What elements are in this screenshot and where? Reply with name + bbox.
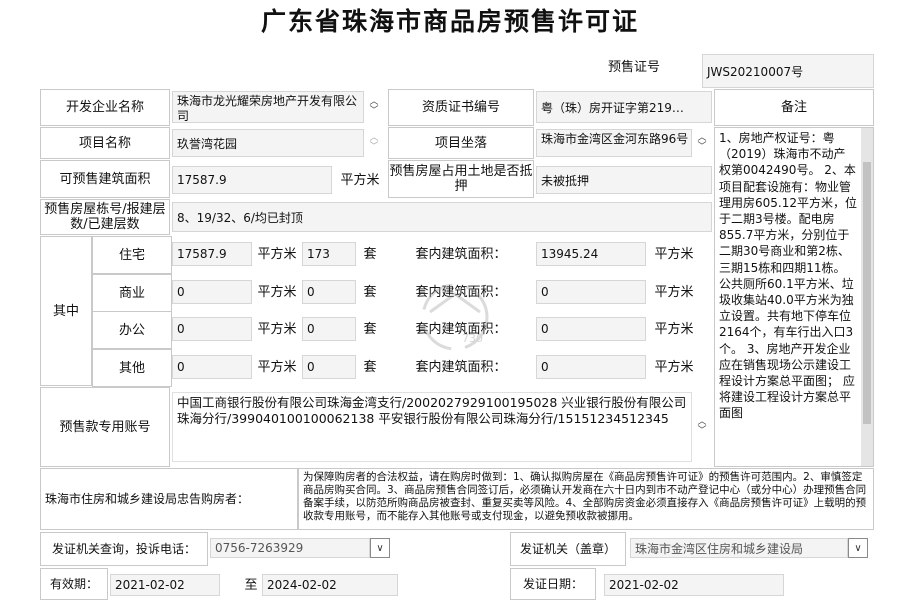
project-scroll-icon[interactable]: ︿ ﹀ [364,129,384,157]
query-label: 发证机关查询，投诉电话： [40,532,208,566]
developer-field[interactable]: 珠海市龙光耀荣房地产开发有限公司 [172,91,364,123]
row-inner-unit: 平方米 [654,246,694,262]
row-area-field[interactable]: 17587.9 [172,242,252,266]
row-inner-field[interactable]: 0 [536,355,646,379]
remark-area[interactable]: 1、房地产权证号：粤（2019）珠海市不动产权第0042490号。 2、本项目配… [714,127,874,467]
query-phone-dropdown-icon[interactable]: ∨ [370,538,390,558]
buildings-label: 预售房屋栋号/报建层数/已建层数 [40,199,170,235]
row-type-label: 办公 [92,311,172,349]
location-field[interactable]: 珠海市金湾区金河东路96号 [536,129,692,157]
scroll-down-icon: ﹀ [369,142,379,152]
row-area-field[interactable]: 0 [172,280,252,304]
valid-to-field[interactable]: 2024-02-02 [262,574,398,596]
location-scroll-icon[interactable]: ︿ ﹀ [692,129,712,157]
row-inner-label: 套内建筑面积： [415,246,507,262]
cert-label: 资质证书编号 [388,89,534,126]
row-inner-unit: 平方米 [654,359,694,375]
row-units-unit: 套 [363,284,377,300]
row-area-field[interactable]: 0 [172,317,252,341]
row-type-label: 商业 [92,274,172,312]
permit-no-label: 预售证号 [607,59,660,75]
notice-label: 珠海市住房和城乡建设局忠告购房者： [40,468,298,530]
watermark-text: 730 [462,332,483,345]
row-units-unit: 套 [363,359,377,375]
account-field[interactable]: 中国工商银行股份有限公司珠海金湾支行/2002027929100195028 兴… [172,392,692,462]
query-phone-field[interactable]: 0756-7263929 [210,538,370,558]
row-area-unit: 平方米 [257,246,297,262]
sale-area-field[interactable]: 17587.9 [172,166,332,194]
row-units-field[interactable]: 0 [302,317,356,341]
watermark-logo-icon: 730 [400,272,510,362]
developer-scroll-icon[interactable]: ︿ ﹀ [364,91,384,123]
row-area-unit: 平方米 [257,321,297,337]
permit-no-field[interactable]: JWS20210007号 [702,54,874,88]
row-units-unit: 套 [363,246,377,262]
project-field[interactable]: 玖誉湾花园 [172,129,364,157]
remark-text: 1、房地产权证号：粤（2019）珠海市不动产权第0042490号。 2、本项目配… [719,131,857,421]
remark-label: 备注 [714,89,874,126]
issue-date-label: 发证日期： [510,568,596,600]
issuer-field[interactable]: 珠海市金湾区住房和城乡建设局 [630,538,848,558]
issuer-dropdown-icon[interactable]: ∨ [848,538,868,558]
issuer-label: 发证机关（盖章） [510,532,626,566]
page-title: 广东省珠海市商品房预售许可证 [260,7,639,36]
sale-area-unit: 平方米 [340,172,380,188]
buildings-field[interactable]: 8、19/32、6/均已封顶 [172,202,712,232]
remark-scrollbar[interactable] [861,128,873,466]
row-inner-field[interactable]: 0 [536,280,646,304]
mortgage-field[interactable]: 未被抵押 [536,166,712,194]
mortgage-label: 预售房屋占用土地是否抵押 [388,160,534,198]
scroll-down-icon: ﹀ [369,106,379,116]
valid-label: 有效期： [40,568,108,600]
row-inner-field[interactable]: 13945.24 [536,242,646,266]
row-units-field[interactable]: 173 [302,242,356,266]
row-units-field[interactable]: 0 [302,280,356,304]
row-area-field[interactable]: 0 [172,355,252,379]
account-scroll-icon[interactable]: ︿ ﹀ [692,392,712,462]
row-type-label: 其他 [92,349,172,387]
project-label: 项目名称 [40,127,170,159]
scroll-down-icon: ﹀ [697,142,707,152]
notice-text: 为保障购房者的合法权益，请在购房时做到：1、确认拟购房屋在《商品房预售许可证》的… [298,468,874,530]
row-units-field[interactable]: 0 [302,355,356,379]
remark-scroll-thumb[interactable] [863,162,871,424]
row-type-label: 住宅 [92,236,172,274]
sale-area-label: 可预售建筑面积 [40,160,170,198]
issue-date-field[interactable]: 2021-02-02 [604,574,784,596]
account-label: 预售款专用账号 [40,387,170,467]
developer-label: 开发企业名称 [40,89,170,126]
cert-field[interactable]: 粤（珠）房开证字第219… [536,91,712,123]
valid-from-field[interactable]: 2021-02-02 [110,574,220,596]
row-inner-unit: 平方米 [654,284,694,300]
scroll-down-icon: ﹀ [697,426,707,436]
among-label: 其中 [40,236,92,386]
row-inner-unit: 平方米 [654,321,694,337]
row-units-unit: 套 [363,321,377,337]
location-label: 项目坐落 [388,127,534,159]
row-inner-field[interactable]: 0 [536,317,646,341]
row-area-unit: 平方米 [257,359,297,375]
row-area-unit: 平方米 [257,284,297,300]
